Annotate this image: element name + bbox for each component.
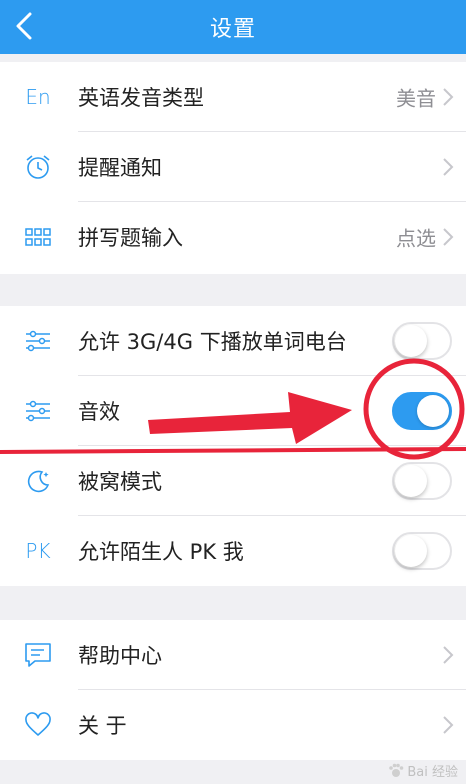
alarm-clock-icon <box>18 151 58 183</box>
help-message-icon <box>18 639 58 671</box>
grid-icon <box>18 221 58 253</box>
row-bed-mode: 被窝模式 <box>0 446 466 516</box>
sound-effects-toggle[interactable] <box>392 392 452 430</box>
chevron-right-icon <box>443 646 454 664</box>
row-pronunciation-type[interactable]: En 英语发音类型 美音 <box>0 62 466 132</box>
pk-icon: PK <box>25 539 51 563</box>
row-label: 帮助中心 <box>78 644 162 668</box>
watermark-text: Bai 经验 <box>407 765 458 780</box>
heart-icon <box>18 709 58 741</box>
row-label: 拼写题输入 <box>78 226 183 250</box>
chevron-right-icon <box>443 716 454 734</box>
row-value: 美音 <box>396 86 436 111</box>
chevron-right-icon <box>443 158 454 176</box>
row-reminder[interactable]: 提醒通知 <box>0 132 466 202</box>
moon-icon <box>18 465 58 497</box>
row-allow-stranger-pk: PK 允许陌生人 PK 我 <box>0 516 466 586</box>
language-icon: En <box>25 85 51 109</box>
row-label: 被窝模式 <box>78 470 162 494</box>
settings-group-toggles: 允许 3G/4G 下播放单词电台 音效 被窝模式 PK 允许陌生人 PK 我 <box>0 306 466 586</box>
sliders-icon <box>18 395 58 427</box>
mobile-radio-toggle[interactable] <box>392 322 452 360</box>
watermark: Bai 经验 <box>388 761 458 780</box>
settings-group-about: 帮助中心 关 于 <box>0 620 466 760</box>
row-value: 点选 <box>396 226 436 251</box>
sliders-icon <box>18 325 58 357</box>
row-help-center[interactable]: 帮助中心 <box>0 620 466 690</box>
settings-group-general: En 英语发音类型 美音 提醒通知 拼写题输入 点选 <box>0 62 466 274</box>
row-about[interactable]: 关 于 <box>0 690 466 760</box>
nav-bar: 设置 <box>0 0 466 54</box>
chevron-right-icon <box>443 88 454 106</box>
row-allow-mobile-radio: 允许 3G/4G 下播放单词电台 <box>0 306 466 376</box>
bed-mode-toggle[interactable] <box>392 462 452 500</box>
paw-logo-icon <box>389 763 404 777</box>
chevron-right-icon <box>443 228 454 246</box>
stranger-pk-toggle[interactable] <box>392 532 452 570</box>
back-arrow-icon[interactable] <box>8 6 48 46</box>
row-label: 允许陌生人 PK 我 <box>78 540 244 564</box>
page-title: 设置 <box>209 17 256 42</box>
row-label: 音效 <box>78 400 120 424</box>
row-label: 关 于 <box>78 714 127 738</box>
row-label: 允许 3G/4G 下播放单词电台 <box>78 330 347 354</box>
row-label: 英语发音类型 <box>78 86 204 110</box>
row-spelling-input[interactable]: 拼写题输入 点选 <box>0 202 466 272</box>
row-label: 提醒通知 <box>78 156 162 180</box>
row-sound-effects: 音效 <box>0 376 466 446</box>
